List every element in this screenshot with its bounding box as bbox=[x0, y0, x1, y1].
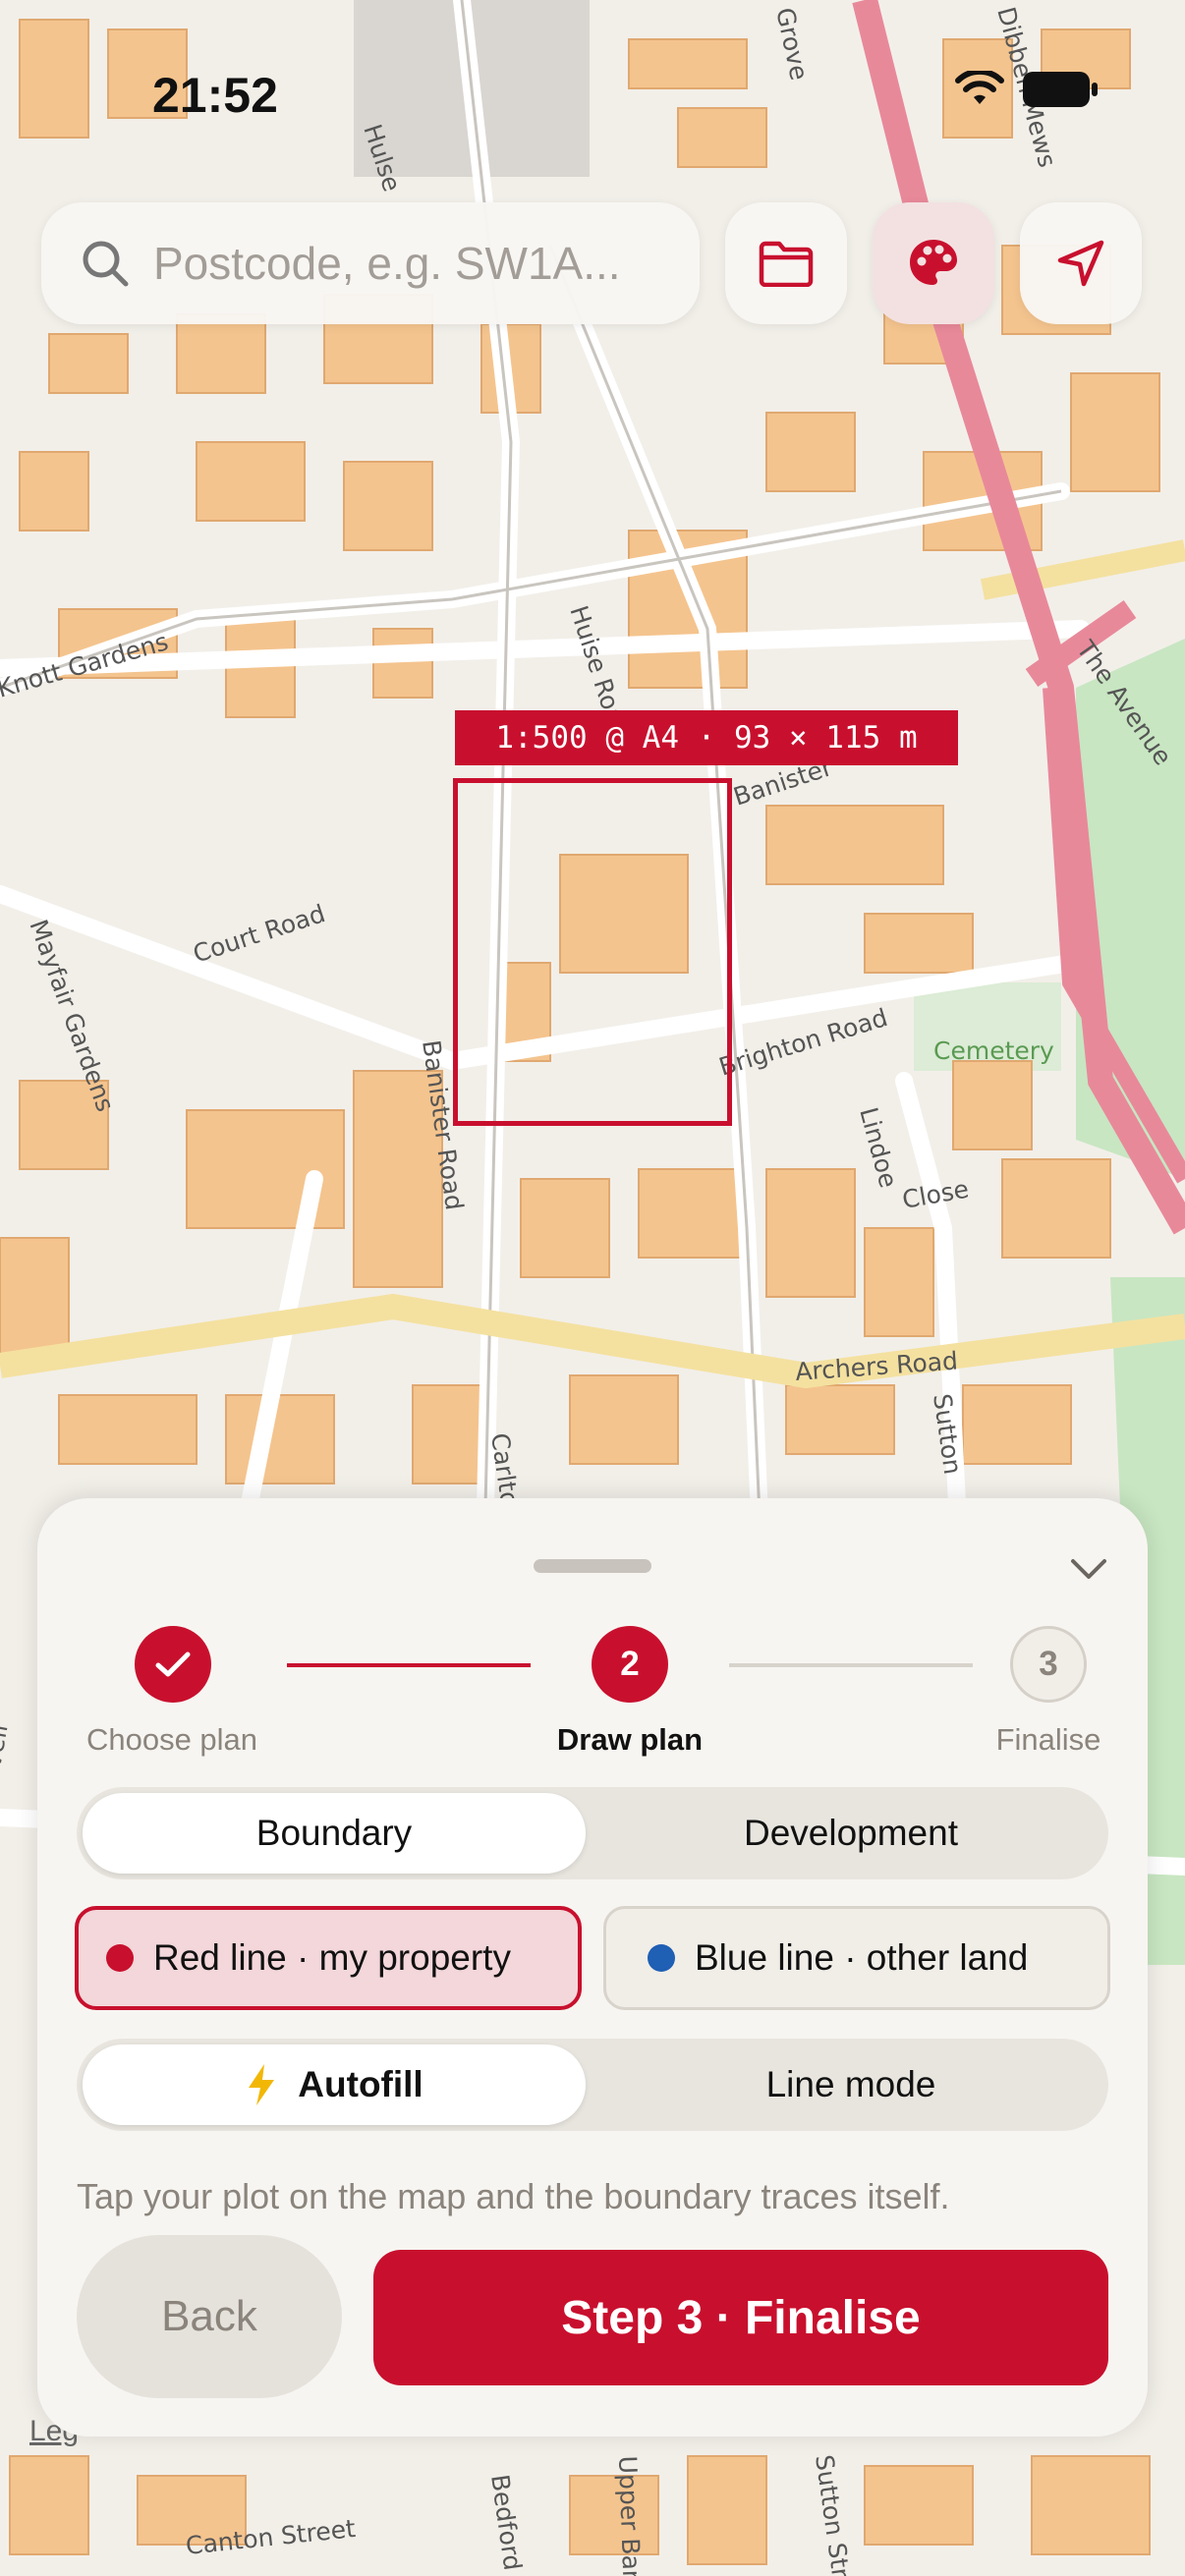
red-dot-icon bbox=[106, 1944, 134, 1972]
svg-text:Upper Banist: Upper Banist bbox=[613, 2455, 648, 2576]
blue-line-label: Blue line · other land bbox=[695, 1937, 1029, 1978]
step-3-label: Finalise bbox=[995, 1722, 1101, 1757]
checkmark-icon bbox=[155, 1652, 191, 1677]
navigation-arrow-icon bbox=[1057, 240, 1104, 287]
back-button[interactable]: Back bbox=[77, 2235, 342, 2398]
layer-segmented-control: Boundary Development bbox=[77, 1787, 1108, 1879]
search-input[interactable]: Postcode, e.g. SW1A... bbox=[153, 237, 621, 290]
tab-boundary[interactable]: Boundary bbox=[83, 1793, 586, 1874]
red-line-label: Red line · my property bbox=[153, 1937, 511, 1978]
red-line-option[interactable]: Red line · my property bbox=[75, 1906, 582, 2010]
step-connector-done bbox=[287, 1663, 531, 1667]
scale-label: 1:500 @ A4 · 93 × 115 m bbox=[455, 710, 958, 765]
status-time: 21:52 bbox=[152, 68, 278, 123]
lightning-icon bbox=[249, 2064, 275, 2105]
bottom-sheet: Choose plan 2 Draw plan 3 Finalise Bound… bbox=[37, 1498, 1148, 2436]
step-1-label: Choose plan bbox=[85, 1722, 258, 1757]
blue-dot-icon bbox=[648, 1944, 675, 1972]
blue-line-option[interactable]: Blue line · other land bbox=[603, 1906, 1110, 2010]
tab-development[interactable]: Development bbox=[599, 1793, 1102, 1874]
step-3-indicator[interactable]: 3 bbox=[1010, 1626, 1087, 1703]
collapse-sheet-button[interactable] bbox=[1067, 1547, 1110, 1591]
palette-icon bbox=[910, 240, 957, 285]
step-1-indicator[interactable] bbox=[135, 1626, 211, 1703]
open-files-button[interactable] bbox=[725, 202, 847, 324]
battery-icon bbox=[1023, 72, 1098, 107]
tab-line-mode[interactable]: Line mode bbox=[599, 2044, 1102, 2125]
step-2-indicator[interactable]: 2 bbox=[592, 1626, 668, 1703]
progress-stepper: Choose plan 2 Draw plan 3 Finalise bbox=[37, 1626, 1148, 1764]
autofill-label: Autofill bbox=[298, 2064, 423, 2104]
locate-me-button[interactable] bbox=[1020, 202, 1142, 324]
folder-icon bbox=[759, 241, 814, 287]
print-area-frame[interactable] bbox=[453, 778, 732, 1126]
next-step-button[interactable]: Step 3 · Finalise bbox=[373, 2250, 1108, 2385]
tab-autofill[interactable]: Autofill bbox=[83, 2044, 586, 2125]
status-icons bbox=[955, 71, 1099, 108]
draw-mode-segmented-control: Autofill Line mode bbox=[77, 2039, 1108, 2131]
search-bar[interactable]: Postcode, e.g. SW1A... bbox=[41, 202, 700, 324]
svg-text:Cemetery: Cemetery bbox=[933, 1036, 1054, 1065]
map-style-button[interactable] bbox=[873, 202, 994, 324]
search-icon bbox=[83, 241, 129, 287]
hint-text: Tap your plot on the map and the boundar… bbox=[77, 2176, 950, 2216]
step-connector-todo bbox=[729, 1663, 973, 1667]
wifi-icon bbox=[955, 71, 1004, 104]
chevron-down-icon bbox=[1071, 1559, 1106, 1579]
sheet-grabber[interactable] bbox=[534, 1559, 651, 1573]
step-2-label: Draw plan bbox=[556, 1722, 704, 1757]
